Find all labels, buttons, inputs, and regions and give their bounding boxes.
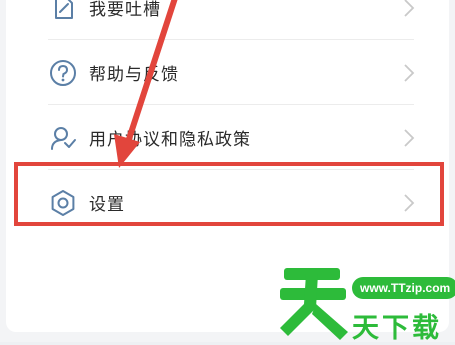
watermark-name: 天下载 [352, 313, 442, 344]
watermark: www.TTzip.com 天下载 [270, 262, 455, 344]
settings-screen: 我要吐槽 帮助与反馈 用户协议和隐私政策 设置 www.TTzip.com 天下… [0, 0, 455, 344]
watermark-logo-icon [280, 268, 348, 340]
watermark-url: www.TTzip.com [352, 277, 455, 299]
